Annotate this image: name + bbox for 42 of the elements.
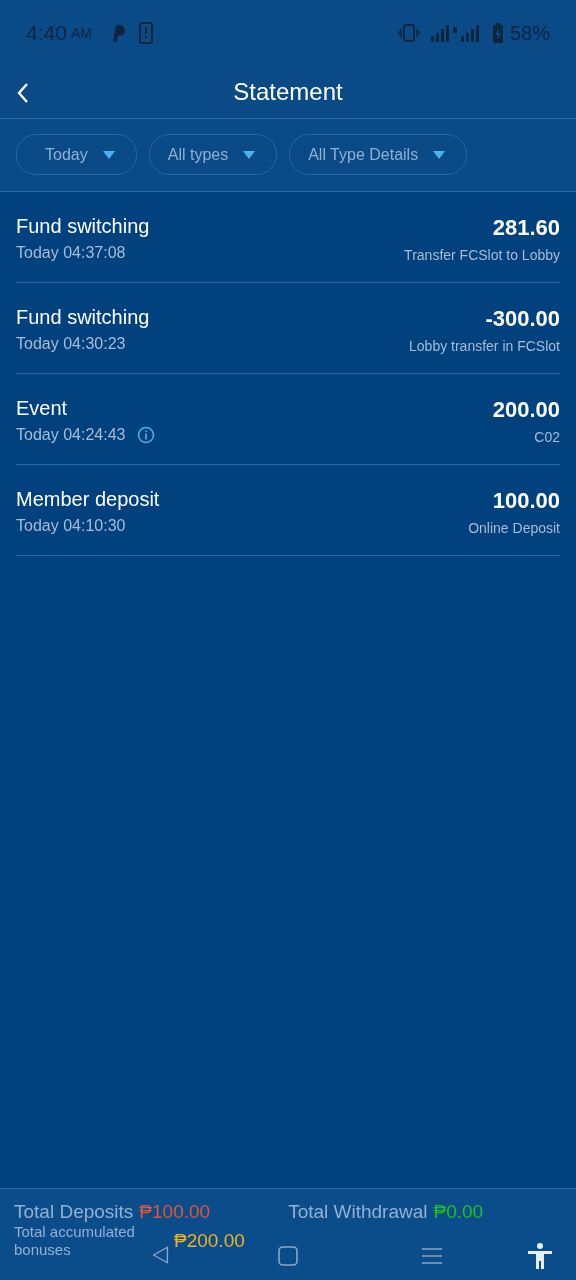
filter-dropdown[interactable]: Today	[16, 134, 137, 175]
nav-back-icon[interactable]	[151, 1244, 170, 1266]
transaction-detail: C02	[534, 429, 560, 445]
transaction-type: Fund switching	[16, 306, 150, 329]
transaction-amount: -300.00	[485, 306, 560, 332]
total-value: ₱100.00	[139, 1201, 211, 1223]
filter-dropdown[interactable]: All Type Details	[289, 134, 468, 175]
transaction-time: Today 04:30:23	[16, 335, 126, 353]
transaction-amount: 281.60	[492, 215, 560, 241]
total-label: Total Deposits	[14, 1201, 134, 1223]
phone-alert-icon	[137, 22, 154, 44]
signal-icon	[429, 23, 482, 43]
caret-icon	[101, 149, 116, 160]
transaction-type: Member deposit	[16, 488, 160, 511]
caret-icon	[242, 149, 257, 160]
battery-icon	[491, 22, 504, 44]
transaction-amount: 200.00	[492, 397, 560, 423]
total-value: ₱0.00	[433, 1201, 484, 1223]
accessibility-icon[interactable]	[526, 1242, 554, 1270]
transaction-detail: Transfer FCSlot to Lobby	[404, 247, 560, 263]
back-icon	[16, 82, 30, 104]
transaction-type: Event	[16, 397, 69, 420]
transaction-time: Today 04:37:08	[16, 244, 126, 262]
vibrate-icon	[397, 23, 420, 43]
transaction-time: Today 04:10:30	[16, 517, 126, 535]
clock-period: AM	[70, 25, 92, 41]
transaction-detail: Lobby transfer in FCSlot	[409, 338, 560, 354]
battery-percent: 58%	[509, 21, 550, 45]
info-icon[interactable]	[137, 426, 156, 444]
page-title: Statement	[233, 78, 343, 106]
total-label: Total accumulated bonuses	[14, 1223, 136, 1259]
caret-icon	[432, 149, 447, 160]
transaction-time: Today 04:24:43	[16, 426, 126, 444]
menu-icon[interactable]	[421, 1246, 443, 1266]
total-value: ₱200.00	[174, 1230, 245, 1252]
transaction-detail: Online Deposit	[468, 520, 560, 536]
nav-home-icon[interactable]	[277, 1245, 299, 1267]
total-label: Total Withdrawal	[288, 1201, 428, 1223]
transaction-type: Fund switching	[16, 215, 150, 238]
clock-time: 4:40	[26, 21, 67, 45]
filter-dropdown[interactable]: All types	[148, 134, 278, 175]
transaction-amount: 100.00	[492, 488, 560, 514]
